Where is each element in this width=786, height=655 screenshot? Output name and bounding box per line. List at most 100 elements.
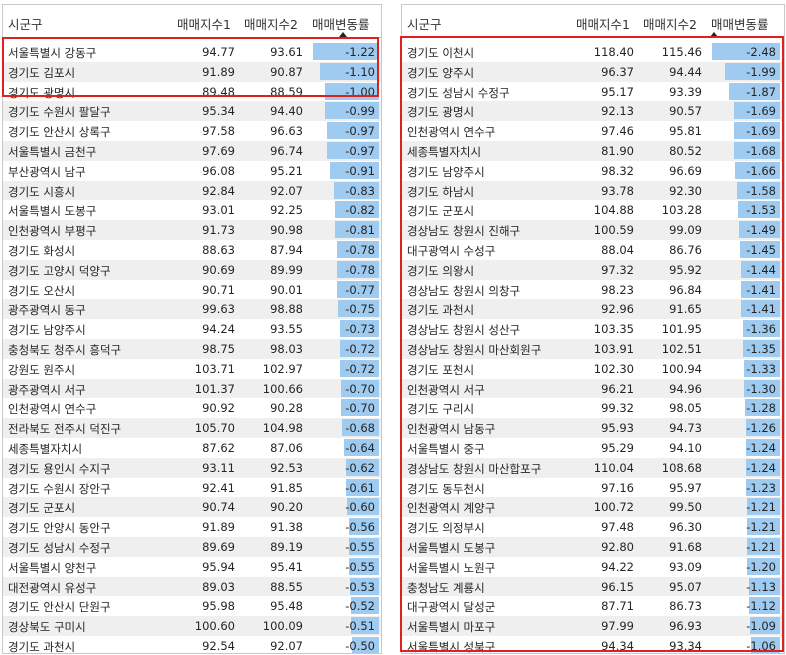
table-row[interactable]: 세종특별자치시 87.62 87.06 -0.64 <box>3 438 381 458</box>
sort-ascending-icon[interactable] <box>339 32 347 37</box>
sort-ascending-icon[interactable] <box>710 32 718 37</box>
table-row[interactable]: 인천광역시 연수구 97.46 95.81 -1.69 <box>402 121 784 141</box>
cell-idx1: 99.63 <box>202 302 235 317</box>
table-row[interactable]: 경기도 화성시 88.63 87.94 -0.78 <box>3 240 381 260</box>
table-row[interactable]: 경상남도 창원시 마산회원구 103.91 102.51 -1.35 <box>402 338 784 359</box>
table-row[interactable]: 경기도 군포시 90.74 90.20 -0.60 <box>3 497 381 518</box>
cell-idx1: 100.72 <box>593 500 634 515</box>
table-row[interactable]: 인천광역시 서구 96.21 94.96 -1.30 <box>402 378 784 399</box>
col-header-idx1[interactable]: 매매지수1 <box>576 14 630 33</box>
table-row[interactable]: 서울특별시 강동구 94.77 93.61 -1.22 <box>3 42 381 62</box>
table-row[interactable]: 경기도 과천시 92.54 92.07 -0.50 <box>3 636 381 653</box>
table-row[interactable]: 서울특별시 노원구 94.22 93.09 -1.20 <box>402 557 784 577</box>
cell-idx2: 108.68 <box>661 460 702 475</box>
table-row[interactable]: 경기도 양주시 96.37 94.44 -1.99 <box>402 61 784 82</box>
cell-idx1: 88.04 <box>601 242 634 257</box>
cell-change: -1.09 <box>746 619 776 634</box>
table-row[interactable]: 경기도 시흥시 92.84 92.07 -0.83 <box>3 180 381 201</box>
table-row[interactable]: 경기도 이천시 118.40 115.46 -2.48 <box>402 42 784 62</box>
table-row[interactable]: 서울특별시 마포구 97.99 96.93 -1.09 <box>402 616 784 636</box>
table-row[interactable]: 인천광역시 부평구 91.73 90.98 -0.81 <box>3 220 381 240</box>
table-row[interactable]: 경기도 김포시 91.89 90.87 -1.10 <box>3 61 381 82</box>
col-header-idx1[interactable]: 매매지수1 <box>177 14 231 33</box>
table-row[interactable]: 인천광역시 남동구 95.93 94.73 -1.26 <box>402 418 784 438</box>
table-row[interactable]: 경상남도 창원시 진해구 100.59 99.09 -1.49 <box>402 220 784 240</box>
table-row[interactable]: 경기도 오산시 90.71 90.01 -0.77 <box>3 280 381 300</box>
cell-change: -1.21 <box>746 500 776 515</box>
col-header-idx2[interactable]: 매매지수2 <box>244 14 298 33</box>
table-row[interactable]: 경상남도 창원시 마산합포구 110.04 108.68 -1.24 <box>402 457 784 478</box>
table-row[interactable]: 경상남도 창원시 성산구 103.35 101.95 -1.36 <box>402 319 784 339</box>
table-row[interactable]: 경기도 성남시 수정구 89.69 89.19 -0.55 <box>3 536 381 557</box>
cell-idx1: 81.90 <box>601 143 634 158</box>
cell-name: 경기도 의정부시 <box>407 521 485 536</box>
cell-name: 경기도 화성시 <box>8 243 76 258</box>
cell-idx2: 90.57 <box>669 104 702 119</box>
table-row[interactable]: 대구광역시 수성구 88.04 86.76 -1.45 <box>402 240 784 260</box>
table-row[interactable]: 경기도 하남시 93.78 92.30 -1.58 <box>402 180 784 201</box>
table-row[interactable]: 경기도 고양시 덕양구 90.69 89.99 -0.78 <box>3 259 381 280</box>
table-row[interactable]: 경기도 군포시 104.88 103.28 -1.53 <box>402 200 784 220</box>
table-row[interactable]: 경기도 용인시 수지구 93.11 92.53 -0.62 <box>3 457 381 478</box>
table-row[interactable]: 경기도 광명시 92.13 90.57 -1.69 <box>402 101 784 122</box>
cell-change: -1.44 <box>746 262 776 277</box>
table-row[interactable]: 광주광역시 동구 99.63 98.88 -0.75 <box>3 299 381 320</box>
table-row[interactable]: 강원도 원주시 103.71 102.97 -0.72 <box>3 359 381 379</box>
table-row[interactable]: 서울특별시 성북구 94.34 93.34 -1.06 <box>402 636 784 653</box>
cell-name: 충청북도 청주시 흥덕구 <box>8 342 122 357</box>
table-row[interactable]: 경기도 수원시 장안구 92.41 91.85 -0.61 <box>3 478 381 498</box>
table-row[interactable]: 세종특별자치시 81.90 80.52 -1.68 <box>402 140 784 161</box>
table-row[interactable]: 경상남도 창원시 의창구 98.23 96.84 -1.41 <box>402 280 784 300</box>
table-row[interactable]: 경기도 포천시 102.30 100.94 -1.33 <box>402 359 784 379</box>
cell-change: -0.55 <box>345 559 375 574</box>
col-header-idx2[interactable]: 매매지수2 <box>643 14 697 33</box>
col-header-chg[interactable]: 매매변동률 <box>711 14 769 33</box>
table-row[interactable]: 경기도 성남시 수정구 95.17 93.39 -1.87 <box>402 82 784 102</box>
table-row[interactable]: 경기도 구리시 99.32 98.05 -1.28 <box>402 398 784 418</box>
table-row[interactable]: 경기도 광명시 89.48 88.59 -1.00 <box>3 82 381 102</box>
cell-name: 서울특별시 노원구 <box>407 560 496 575</box>
table-row[interactable]: 경기도 남양주시 98.32 96.69 -1.66 <box>402 161 784 181</box>
col-header-chg[interactable]: 매매변동률 <box>312 14 370 33</box>
col-header-name[interactable]: 시군구 <box>407 14 442 33</box>
table-row[interactable]: 부산광역시 남구 96.08 95.21 -0.91 <box>3 161 381 181</box>
cell-idx1: 110.04 <box>593 460 634 475</box>
table-row[interactable]: 서울특별시 금천구 97.69 96.74 -0.97 <box>3 140 381 161</box>
table-row[interactable]: 경기도 안산시 상록구 97.58 96.63 -0.97 <box>3 121 381 141</box>
cell-idx2: 95.21 <box>270 163 303 178</box>
table-row[interactable]: 경기도 안산시 단원구 95.98 95.48 -0.52 <box>3 596 381 616</box>
table-row[interactable]: 서울특별시 중구 95.29 94.10 -1.24 <box>402 438 784 458</box>
table-row[interactable]: 대전광역시 유성구 89.03 88.55 -0.53 <box>3 576 381 597</box>
cell-change: -1.13 <box>746 579 776 594</box>
cell-change: -1.28 <box>746 401 776 416</box>
table-row[interactable]: 인천광역시 연수구 90.92 90.28 -0.70 <box>3 398 381 418</box>
cell-idx2: 92.25 <box>270 203 303 218</box>
table-row[interactable]: 전라북도 전주시 덕진구 105.70 104.98 -0.68 <box>3 418 381 438</box>
cell-name: 경기도 의왕시 <box>407 263 475 278</box>
table-row[interactable]: 서울특별시 양천구 95.94 95.41 -0.55 <box>3 557 381 577</box>
table-row[interactable]: 서울특별시 도봉구 93.01 92.25 -0.82 <box>3 200 381 220</box>
cell-change: -0.82 <box>345 203 375 218</box>
table-row[interactable]: 광주광역시 서구 101.37 100.66 -0.70 <box>3 378 381 399</box>
table-row[interactable]: 경기도 안양시 동안구 91.89 91.38 -0.56 <box>3 517 381 537</box>
table-row[interactable]: 충청남도 계룡시 96.15 95.07 -1.13 <box>402 576 784 597</box>
table-row[interactable]: 경상북도 구미시 100.60 100.09 -0.51 <box>3 616 381 636</box>
col-header-name[interactable]: 시군구 <box>8 14 43 33</box>
table-header: 시군구 매매지수1 매매지수2 매매변동률 <box>402 5 784 38</box>
table-row[interactable]: 경기도 과천시 92.96 91.65 -1.41 <box>402 299 784 320</box>
table-row[interactable]: 대구광역시 달성군 87.71 86.73 -1.12 <box>402 596 784 616</box>
table-row[interactable]: 서울특별시 도봉구 92.80 91.68 -1.21 <box>402 536 784 557</box>
table-row[interactable]: 경기도 수원시 팔달구 95.34 94.40 -0.99 <box>3 101 381 122</box>
cell-idx2: 96.93 <box>669 619 702 634</box>
cell-idx2: 91.85 <box>270 480 303 495</box>
table-row[interactable]: 경기도 남양주시 94.24 93.55 -0.73 <box>3 319 381 339</box>
table-row[interactable]: 인천광역시 계양구 100.72 99.50 -1.21 <box>402 497 784 518</box>
cell-name: 서울특별시 마포구 <box>407 620 496 635</box>
cell-idx1: 97.99 <box>601 619 634 634</box>
table-row[interactable]: 충청북도 청주시 흥덕구 98.75 98.03 -0.72 <box>3 338 381 359</box>
cell-idx1: 118.40 <box>593 45 634 59</box>
table-row[interactable]: 경기도 동두천시 97.16 95.97 -1.23 <box>402 478 784 498</box>
cell-idx2: 89.19 <box>270 539 303 554</box>
table-row[interactable]: 경기도 의왕시 97.32 95.92 -1.44 <box>402 259 784 280</box>
table-row[interactable]: 경기도 의정부시 97.48 96.30 -1.21 <box>402 517 784 537</box>
